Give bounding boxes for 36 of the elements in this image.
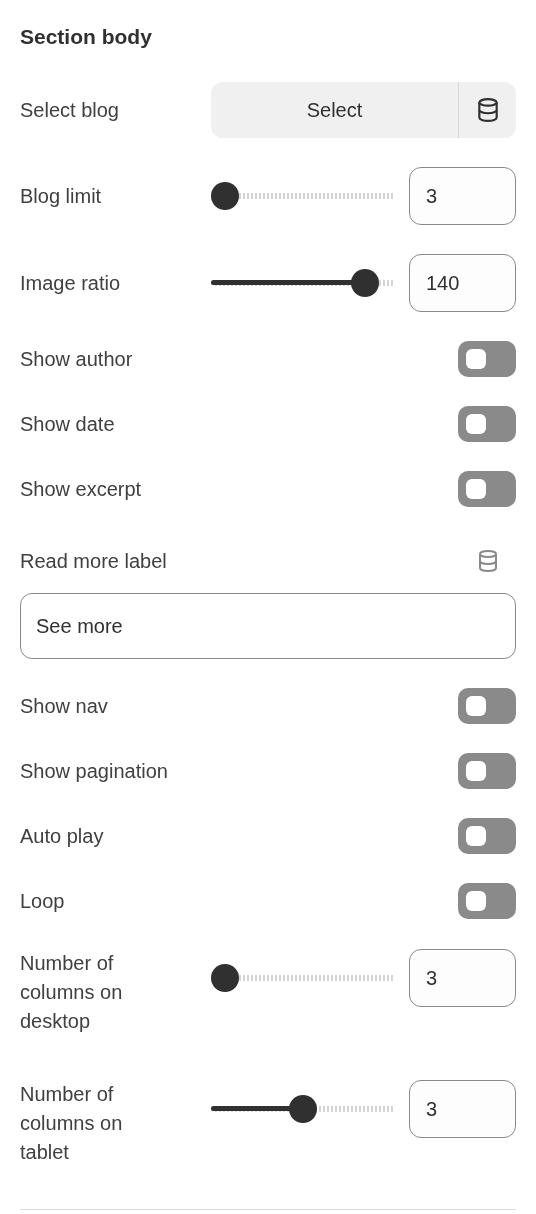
toggle-switch[interactable]: [458, 341, 516, 377]
slider-thumb[interactable]: [211, 964, 239, 992]
toggle-switch[interactable]: [458, 883, 516, 919]
slider-track[interactable]: [211, 269, 395, 297]
setting-label: Show date: [20, 411, 115, 437]
number-field[interactable]: 3: [409, 1080, 516, 1138]
database-icon: [476, 549, 500, 573]
setting-label: Show nav: [20, 693, 108, 719]
number-field[interactable]: 3: [409, 167, 516, 225]
toggle-switch[interactable]: [458, 406, 516, 442]
slider-track[interactable]: [211, 182, 395, 210]
number-field[interactable]: 3: [409, 949, 516, 1007]
setting-label: Loop: [20, 888, 65, 914]
setting-label: Blog limit: [20, 183, 103, 209]
toggle-switch[interactable]: [458, 688, 516, 724]
slider-track[interactable]: [211, 964, 395, 992]
text-field[interactable]: See more: [20, 593, 516, 659]
setting-label: Show author: [20, 346, 133, 372]
setting-label: Image ratio: [20, 270, 122, 296]
section-title: Section body: [20, 24, 153, 50]
select-button[interactable]: Select: [211, 82, 459, 138]
slider-track[interactable]: [211, 1095, 395, 1123]
setting-label: Number of columns on desktop: [20, 951, 124, 1034]
setting-label: Number of columns on tablet: [20, 1082, 124, 1165]
slider-thumb[interactable]: [351, 269, 380, 297]
setting-label: Show excerpt: [20, 476, 142, 502]
number-field[interactable]: 140: [409, 254, 516, 312]
setting-label: Read more label: [20, 548, 167, 574]
toggle-switch[interactable]: [458, 471, 516, 507]
slider-thumb[interactable]: [289, 1095, 317, 1123]
setting-label: Show pagination: [20, 758, 168, 784]
setting-label: Select blog: [20, 97, 120, 123]
setting-label: Auto play: [20, 823, 104, 849]
toggle-switch[interactable]: [458, 753, 516, 789]
toggle-switch[interactable]: [458, 818, 516, 854]
slider-thumb[interactable]: [211, 182, 239, 210]
